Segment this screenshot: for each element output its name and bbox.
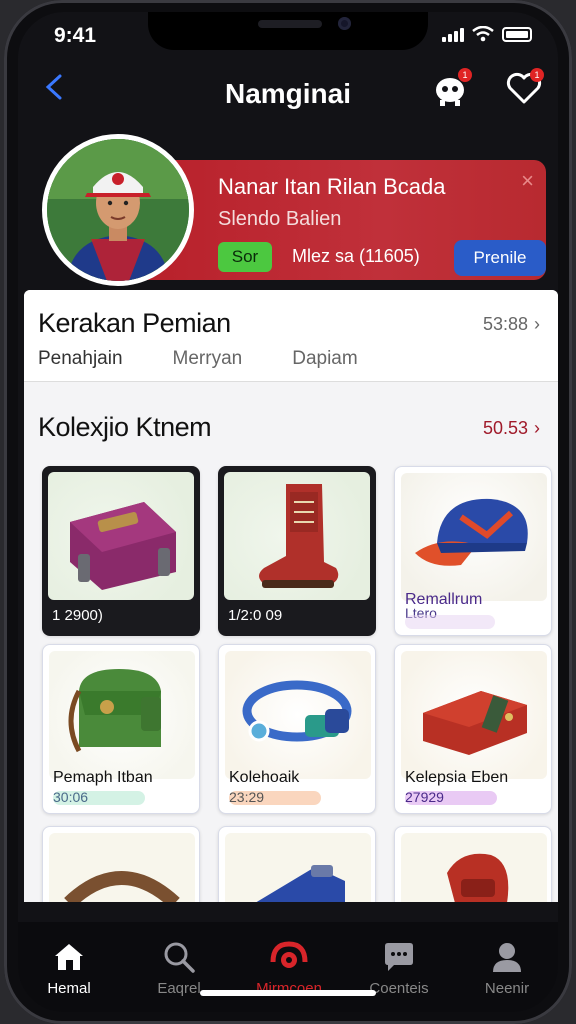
card-price: 1 2900) <box>52 607 103 624</box>
card-price: 30:06 <box>53 789 89 805</box>
close-icon[interactable]: × <box>521 168 534 194</box>
player-name: Nanar Itan Rilan Bcada <box>218 174 446 199</box>
app-header: Namginai 1 1 <box>18 56 558 120</box>
home-icon <box>55 944 83 970</box>
boot-icon <box>259 484 339 588</box>
collection-card[interactable] <box>218 826 376 902</box>
tab-penahjain[interactable]: Penahjain <box>38 348 123 370</box>
achievements-tabs: Penahjain Merryan Dapiam <box>38 348 408 370</box>
collection-title: Kolexjio Ktnem <box>38 412 212 442</box>
collection-card[interactable] <box>394 826 552 902</box>
chevron-right-icon: › <box>534 314 540 334</box>
pouch-icon <box>256 865 345 902</box>
player-subtitle: Slendo Balien <box>218 208 342 230</box>
wifi-icon <box>472 26 494 42</box>
achievements-title: Kerakan Pemian <box>38 308 231 338</box>
phone-frame: 9:41 Namginai 1 1 Nanar Itan Rilan Bcada… <box>4 0 572 1024</box>
notch <box>148 12 428 50</box>
battery-icon <box>502 27 532 42</box>
avatar[interactable] <box>42 134 194 286</box>
collection-card[interactable]: Pemaph Itban 30:06 <box>42 644 200 814</box>
home-indicator[interactable] <box>200 990 376 996</box>
tab-merryan[interactable]: Merryan <box>173 348 243 370</box>
backpack-icon <box>447 853 509 902</box>
bottom-tab-bar: Hemal Eaqrel Mirmcoen Coenteis Neenir <box>18 922 558 1012</box>
live-icon <box>270 941 308 968</box>
tab-chat[interactable]: Coenteis <box>354 940 444 997</box>
chevron-right-icon: › <box>534 418 540 438</box>
tab-home-label: Hemal <box>47 980 91 997</box>
status-time: 9:41 <box>54 24 97 47</box>
achievements-link[interactable]: 53:88 › <box>483 314 540 335</box>
collection-link[interactable]: 50.53 › <box>483 418 540 439</box>
main-content: Kerakan Pemian 53:88 › Penahjain Merryan … <box>24 290 558 902</box>
card-name: Kolehoaik <box>229 769 300 786</box>
tab-search-label: Eaqrel <box>157 980 201 997</box>
collection-count: 50.53 <box>482 418 528 438</box>
tab-profile[interactable]: Neenir <box>462 940 552 997</box>
collection-card[interactable]: 1/2:0 09 <box>218 466 376 636</box>
bracelet-icon <box>242 680 352 742</box>
tab-dapiam[interactable]: Dapiam <box>292 348 357 370</box>
signal-icon <box>442 26 464 42</box>
player-meta: Mlez sa (11605) <box>292 246 420 266</box>
tab-profile-label: Neenir <box>484 980 530 997</box>
card-name: Pemaph Itban <box>53 769 153 786</box>
profile-section: Nanar Itan Rilan Bcada Slendo Balien × S… <box>18 130 558 298</box>
wallet-icon <box>423 691 527 755</box>
collection-card[interactable]: Remallrum Ltero <box>394 466 552 636</box>
collection-card[interactable]: Kelepsia Eben 27929 <box>394 644 552 814</box>
collection-card[interactable]: Kolehoaik 23:29 <box>218 644 376 814</box>
tab-search[interactable]: Eaqrel <box>134 940 224 997</box>
achievements-count: 53:88 <box>482 314 528 334</box>
collection-card[interactable]: 1 2900) <box>42 466 200 636</box>
favorite-badge: 1 <box>530 68 544 82</box>
user-icon <box>493 943 521 972</box>
notification-badge: 1 <box>458 68 472 82</box>
collection-card[interactable] <box>42 826 200 902</box>
card-price: 23:29 <box>229 789 265 805</box>
tab-home[interactable]: Hemal <box>24 940 114 997</box>
page-title: Namginai <box>224 78 352 109</box>
cap-icon <box>415 498 528 566</box>
tab-chat-label: Coenteis <box>369 980 429 997</box>
search-icon <box>164 942 195 973</box>
bag-icon <box>70 502 176 590</box>
card-name: Kelepsia Eben <box>405 769 509 786</box>
satchel-icon <box>68 669 161 753</box>
achievements-section: Kerakan Pemian 53:88 › Penahjain Merryan … <box>24 290 558 382</box>
notification-button[interactable]: 1 <box>432 68 472 108</box>
profile-button[interactable]: Prenile <box>454 240 546 276</box>
card-price: 27929 <box>405 789 444 805</box>
screen: 9:41 Namginai 1 1 Nanar Itan Rilan Bcada… <box>18 12 558 1012</box>
belt-icon <box>64 871 180 902</box>
tab-live[interactable]: Mirmcoen <box>244 940 334 997</box>
player-tag: Sor <box>218 242 272 272</box>
card-price: 1/2:0 09 <box>228 607 283 624</box>
profile-card: Nanar Itan Rilan Bcada Slendo Balien × S… <box>134 160 546 280</box>
chat-icon <box>385 943 413 971</box>
favorite-button[interactable]: 1 <box>504 68 544 108</box>
